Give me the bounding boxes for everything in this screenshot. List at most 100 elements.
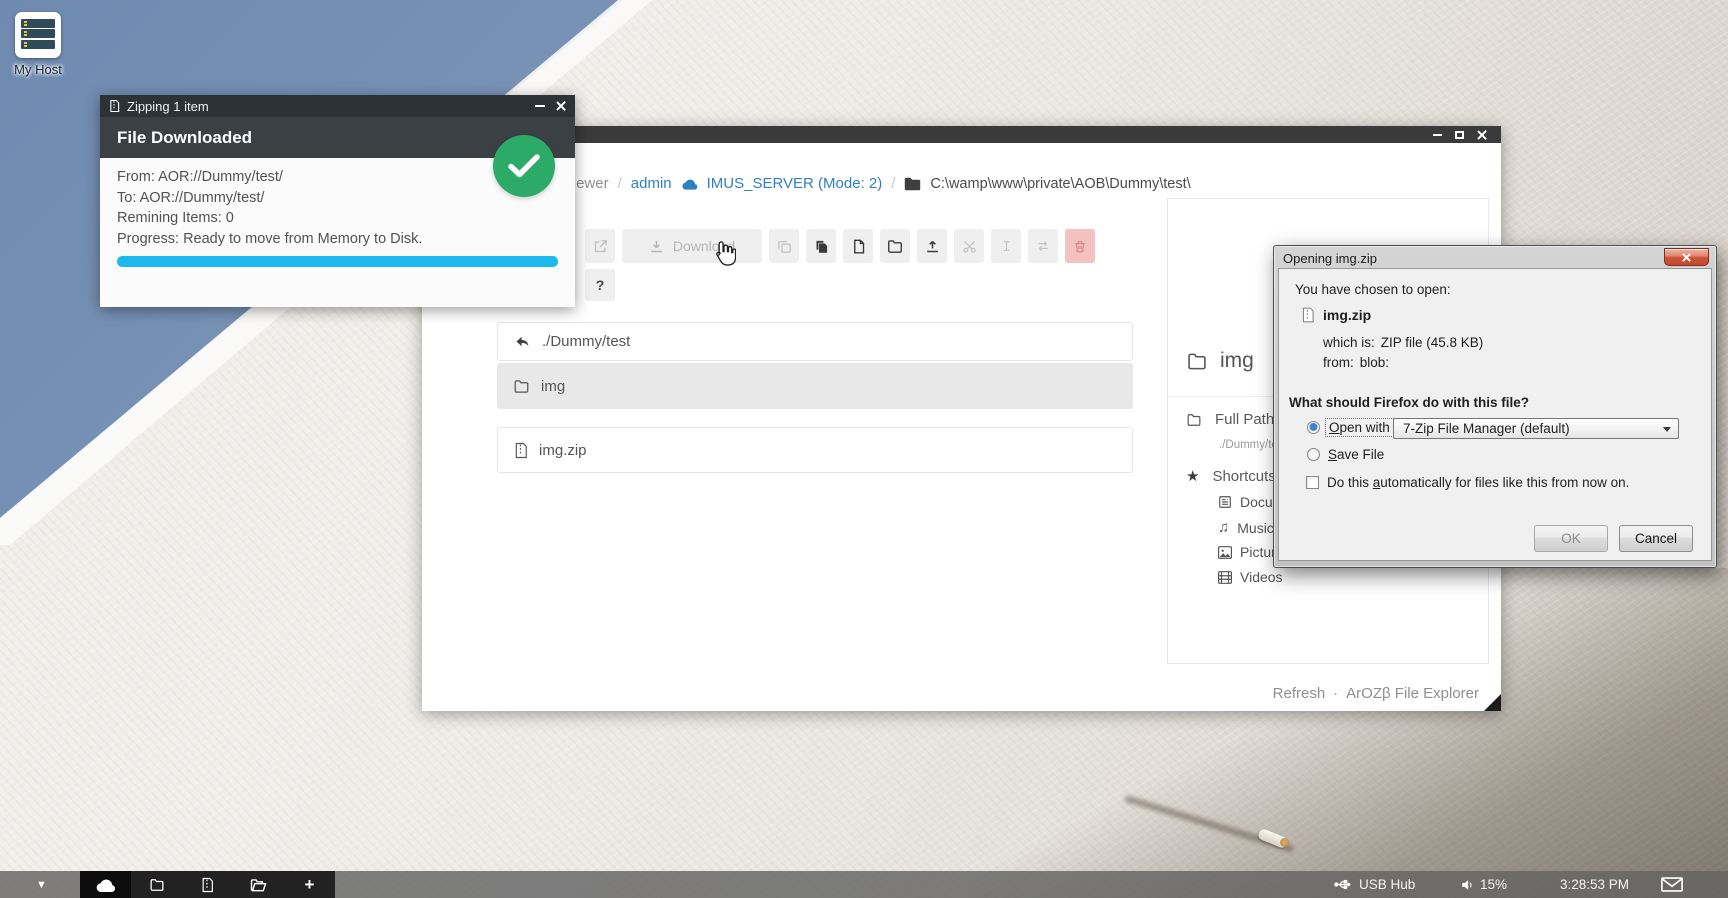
dialog-file-row: img.zip — [1301, 307, 1371, 323]
parent-directory-row[interactable]: ./Dummy/test — [497, 322, 1133, 361]
star-icon: ★ — [1186, 467, 1199, 485]
minimize-icon[interactable] — [535, 105, 545, 107]
taskbar-open-folder-app[interactable] — [233, 871, 284, 898]
explorer-titlebar[interactable] — [422, 126, 1501, 143]
close-icon[interactable] — [556, 101, 566, 111]
shortcut-videos[interactable]: Videos — [1218, 569, 1283, 585]
taskbar-folder-app[interactable] — [131, 871, 182, 898]
desktop-icon-my-host[interactable]: My Host — [10, 12, 66, 77]
rename-button[interactable] — [991, 229, 1021, 263]
do-automatically-option[interactable]: Do this automatically for files like thi… — [1306, 475, 1629, 490]
radio-save-file[interactable] — [1307, 448, 1320, 461]
volume-indicator[interactable]: 15% — [1461, 871, 1507, 898]
upload-button[interactable] — [917, 229, 947, 263]
breadcrumb: Viewer / admin IMUS_SERVER (Mode: 2) / C… — [563, 175, 1191, 192]
nail-head — [1280, 838, 1289, 847]
zip-file-icon — [514, 442, 528, 459]
breadcrumb-server-link[interactable]: IMUS_SERVER (Mode: 2) — [707, 175, 883, 192]
file-row-img[interactable]: img — [497, 363, 1133, 409]
refresh-link[interactable]: Refresh — [1273, 685, 1326, 702]
taskbar-chevron-icon[interactable]: ▼ — [36, 871, 47, 898]
footer-dot: · — [1333, 685, 1338, 702]
desktop-icon-label: My Host — [10, 62, 66, 77]
folder-icon — [149, 878, 165, 892]
breadcrumb-path: C:\wamp\www\private\AOB\Dummy\test\ — [930, 176, 1190, 192]
paste-button[interactable] — [806, 229, 836, 263]
save-file-option[interactable]: Save File — [1307, 447, 1384, 462]
app-name: ArOZβ File Explorer — [1346, 685, 1479, 702]
new-folder-button[interactable] — [880, 229, 910, 263]
open-external-button[interactable] — [585, 229, 615, 263]
taskbar-cloud-app[interactable] — [80, 871, 131, 898]
minimize-icon[interactable] — [1433, 134, 1442, 136]
shortcut-music[interactable]: ♫ Music — [1218, 519, 1274, 536]
zipping-titlebar[interactable]: Zipping 1 item — [100, 95, 575, 117]
new-file-button[interactable] — [843, 229, 873, 263]
ok-button[interactable]: OK — [1534, 525, 1608, 552]
download-button[interactable]: Download — [622, 229, 762, 263]
usb-hub-indicator[interactable]: USB Hub — [1334, 871, 1415, 898]
zip-file-icon — [109, 99, 120, 113]
back-arrow-icon — [514, 334, 531, 349]
shortcut-label: Music — [1237, 520, 1274, 536]
clock[interactable]: 3:28:53 PM — [1560, 871, 1629, 898]
cancel-button[interactable]: Cancel — [1619, 525, 1693, 552]
toolbar: Download — [585, 229, 1095, 263]
usb-hub-label: USB Hub — [1359, 877, 1415, 892]
folder-icon — [1186, 352, 1208, 371]
label-pre: Do this — [1327, 475, 1373, 490]
swap-button[interactable] — [1028, 229, 1058, 263]
which-label: which is: — [1323, 335, 1375, 350]
success-check-icon — [493, 135, 555, 197]
accel: O — [1329, 420, 1340, 435]
server-bar — [21, 40, 55, 49]
zipping-window-title: Zipping 1 item — [127, 99, 528, 114]
shortcuts-label: Shortcuts — [1212, 468, 1275, 485]
copy-button[interactable] — [769, 229, 799, 263]
download-label: Download — [673, 238, 735, 254]
cloud-icon — [95, 878, 116, 892]
close-icon[interactable] — [1664, 248, 1709, 266]
open-with-option[interactable]: Open with — [1307, 419, 1393, 436]
zipping-window: Zipping 1 item File Downloaded From: AOR… — [100, 95, 575, 307]
open-with-dropdown[interactable]: 7-Zip File Manager (default) — [1393, 418, 1679, 439]
maximize-icon[interactable] — [1455, 131, 1464, 139]
label-rest: pen with — [1340, 420, 1390, 435]
resize-handle[interactable] — [1484, 694, 1501, 711]
zip-file-icon — [1301, 307, 1315, 323]
document-icon — [1218, 495, 1232, 509]
dropdown-value: 7-Zip File Manager (default) — [1403, 421, 1570, 436]
delete-button[interactable] — [1065, 229, 1095, 263]
envelope-icon — [1661, 877, 1683, 892]
close-icon[interactable] — [1477, 130, 1487, 140]
folder-icon — [904, 177, 921, 191]
dialog-which-row: which is: ZIP file (45.8 KB) — [1323, 335, 1483, 350]
help-button[interactable]: ? — [585, 269, 615, 301]
checkbox-do-automatically[interactable] — [1306, 476, 1319, 489]
taskbar-add-button[interactable]: + — [284, 871, 335, 898]
from-value: blob: — [1360, 355, 1389, 370]
dialog-title: Opening img.zip — [1278, 250, 1712, 268]
speaker-icon — [1461, 879, 1474, 891]
taskbar-app-strip: + — [80, 871, 335, 898]
radio-open-with[interactable] — [1307, 421, 1320, 434]
zip-from-line: From: AOR://Dummy/test/ — [117, 167, 558, 188]
shortcut-label: Videos — [1240, 569, 1283, 585]
file-row-img-zip[interactable]: img.zip — [497, 427, 1133, 473]
breadcrumb-separator: / — [618, 175, 622, 192]
breadcrumb-user-link[interactable]: admin — [631, 175, 672, 192]
folder-icon — [513, 379, 530, 394]
from-label: from: — [1323, 355, 1354, 370]
zip-progress-line: Progress: Ready to move from Memory to D… — [117, 229, 558, 250]
server-bar — [21, 29, 55, 38]
server-bar — [21, 19, 55, 28]
shortcuts-row: ★ Shortcuts — [1186, 467, 1276, 485]
music-icon: ♫ — [1218, 519, 1229, 536]
cut-button[interactable] — [954, 229, 984, 263]
parent-directory-label: ./Dummy/test — [542, 333, 630, 350]
messages-indicator[interactable] — [1661, 871, 1683, 898]
desktop: My Host Viewer / admin IMUS_SERVER (Mode… — [0, 0, 1728, 898]
taskbar-zip-app[interactable] — [182, 871, 233, 898]
cloud-icon — [681, 178, 698, 190]
folder-icon — [1186, 413, 1202, 427]
